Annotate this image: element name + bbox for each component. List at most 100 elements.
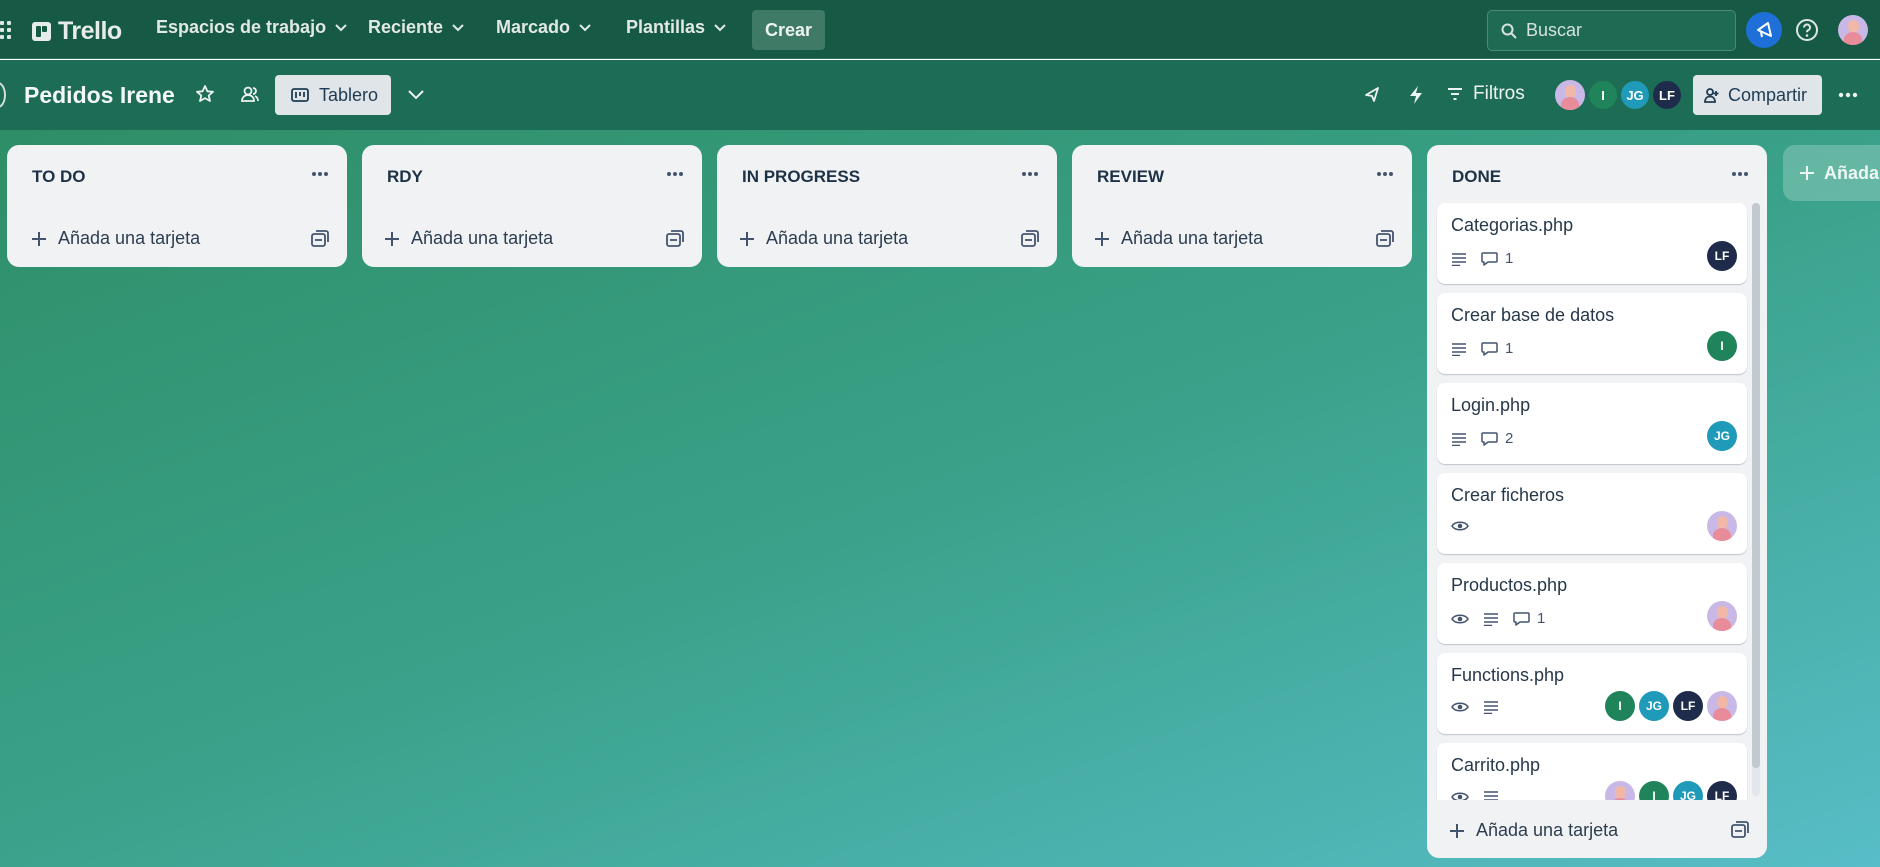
card-title: Carrito.php [1451, 755, 1541, 775]
list-rdy: RDY Añada una tarjeta [362, 145, 702, 267]
add-card-button[interactable]: Añada una tarjeta [1449, 820, 1618, 841]
menu-label: Reciente [368, 17, 444, 37]
card-members: JG [1707, 421, 1737, 451]
list-title[interactable]: TO DO [32, 167, 86, 187]
board-member-jg[interactable]: JG [1619, 79, 1651, 111]
view-label: Tablero [319, 84, 379, 105]
menu-templates[interactable]: Plantillas [626, 17, 726, 38]
comment-icon [1481, 342, 1498, 356]
star-icon[interactable] [195, 84, 215, 104]
more-options-icon[interactable] [1838, 92, 1858, 98]
member-jg[interactable]: JG [1673, 781, 1703, 800]
notifications-button[interactable] [1746, 12, 1782, 48]
add-list-button[interactable]: Añada [1783, 145, 1880, 201]
member-avatar[interactable] [1707, 511, 1737, 541]
add-member-icon [1704, 88, 1719, 103]
description-icon [1484, 701, 1498, 714]
board-title[interactable]: Pedidos Irene [24, 82, 175, 109]
filters-button[interactable]: Filtros [1447, 83, 1525, 105]
member-i[interactable]: I [1605, 691, 1635, 721]
list-menu-icon[interactable] [666, 171, 684, 177]
board-member-avatar[interactable] [1553, 78, 1587, 112]
card-title: Crear ficheros [1451, 485, 1565, 505]
list-title[interactable]: RDY [387, 167, 423, 187]
member-i[interactable]: I [1639, 781, 1669, 800]
member-lf[interactable]: LF [1673, 691, 1703, 721]
add-card-button[interactable]: Añada una tarjeta [739, 228, 908, 249]
add-card-label: Añada una tarjeta [1121, 228, 1264, 248]
member-avatar[interactable] [1707, 691, 1737, 721]
menu-starred[interactable]: Marcado [496, 17, 591, 38]
comment-icon [1481, 252, 1498, 266]
list-title[interactable]: IN PROGRESS [742, 167, 860, 187]
list-title[interactable]: DONE [1452, 167, 1501, 187]
search-input[interactable]: Buscar [1487, 10, 1736, 51]
comments-badge: 1 [1513, 610, 1545, 627]
card-template-icon[interactable] [1731, 821, 1749, 839]
add-card-label: Añada una tarjeta [411, 228, 554, 248]
help-icon[interactable] [1795, 18, 1819, 42]
list-menu-icon[interactable] [1376, 171, 1394, 177]
board-member-i[interactable]: I [1587, 79, 1619, 111]
add-card-label: Añada una tarjeta [766, 228, 909, 248]
chevron-down-icon[interactable] [407, 89, 425, 101]
comment-count: 1 [1537, 610, 1546, 627]
list-title[interactable]: REVIEW [1097, 167, 1164, 187]
workspace-visibility-icon[interactable] [240, 85, 260, 103]
card[interactable]: Carrito.php I JG LF [1437, 743, 1747, 800]
member-lf[interactable]: LF [1707, 781, 1737, 800]
card[interactable]: Crear ficheros [1437, 473, 1747, 554]
add-list-label: Añada [1824, 162, 1880, 183]
card[interactable]: Functions.php I JG LF [1437, 653, 1747, 734]
member-avatar[interactable] [1707, 601, 1737, 631]
watch-eye-icon [1451, 521, 1469, 531]
trello-logo[interactable]: Trello [32, 17, 122, 46]
automation-icon[interactable] [1408, 85, 1424, 105]
menu-workspaces[interactable]: Espacios de trabajo [156, 17, 347, 38]
list-menu-icon[interactable] [311, 171, 329, 177]
card-members: I [1707, 331, 1737, 361]
member-i[interactable]: I [1707, 331, 1737, 361]
user-avatar[interactable] [1838, 15, 1868, 45]
card-badges: 2 [1451, 430, 1513, 447]
list-scrollbar-thumb[interactable] [1752, 203, 1760, 768]
plus-icon [32, 231, 46, 246]
card-title: Productos.php [1451, 575, 1568, 595]
card[interactable]: Categorias.php 1 LF [1437, 203, 1747, 284]
card-template-icon[interactable] [666, 230, 684, 248]
chevron-down-icon [452, 23, 464, 31]
share-button[interactable]: Compartir [1693, 75, 1822, 115]
create-button[interactable]: Crear [752, 10, 825, 50]
app-switcher-icon[interactable] [0, 21, 12, 39]
list-menu-icon[interactable] [1021, 171, 1039, 177]
filter-icon [1448, 88, 1462, 100]
power-ups-icon[interactable] [1362, 85, 1382, 105]
comment-count: 1 [1505, 250, 1514, 267]
member-jg[interactable]: JG [1639, 691, 1669, 721]
member-avatar[interactable] [1605, 781, 1635, 800]
add-card-button[interactable]: Añada una tarjeta [384, 228, 553, 249]
menu-recent[interactable]: Reciente [368, 17, 464, 38]
card[interactable]: Productos.php 1 [1437, 563, 1747, 644]
add-card-button[interactable]: Añada una tarjeta [1094, 228, 1263, 249]
filters-label: Filtros [1473, 83, 1525, 104]
card[interactable]: Login.php 2 JG [1437, 383, 1747, 464]
description-icon [1484, 791, 1498, 800]
card-template-icon[interactable] [311, 230, 329, 248]
comment-icon [1513, 612, 1530, 626]
menu-label: Marcado [496, 17, 571, 37]
member-jg[interactable]: JG [1707, 421, 1737, 451]
board-member-lf[interactable]: LF [1651, 79, 1683, 111]
card-template-icon[interactable] [1376, 230, 1394, 248]
add-card-label: Añada una tarjeta [1476, 820, 1619, 840]
add-card-button[interactable]: Añada una tarjeta [31, 228, 200, 249]
card[interactable]: Crear base de datos 1 I [1437, 293, 1747, 374]
card-template-icon[interactable] [1021, 230, 1039, 248]
comment-count: 1 [1505, 340, 1514, 357]
member-lf[interactable]: LF [1707, 241, 1737, 271]
card-members: I JG LF [1605, 691, 1737, 721]
plus-icon [1095, 231, 1109, 246]
board-view-button[interactable]: Tablero [275, 75, 391, 115]
card-badges [1451, 520, 1469, 532]
list-menu-icon[interactable] [1731, 171, 1749, 177]
